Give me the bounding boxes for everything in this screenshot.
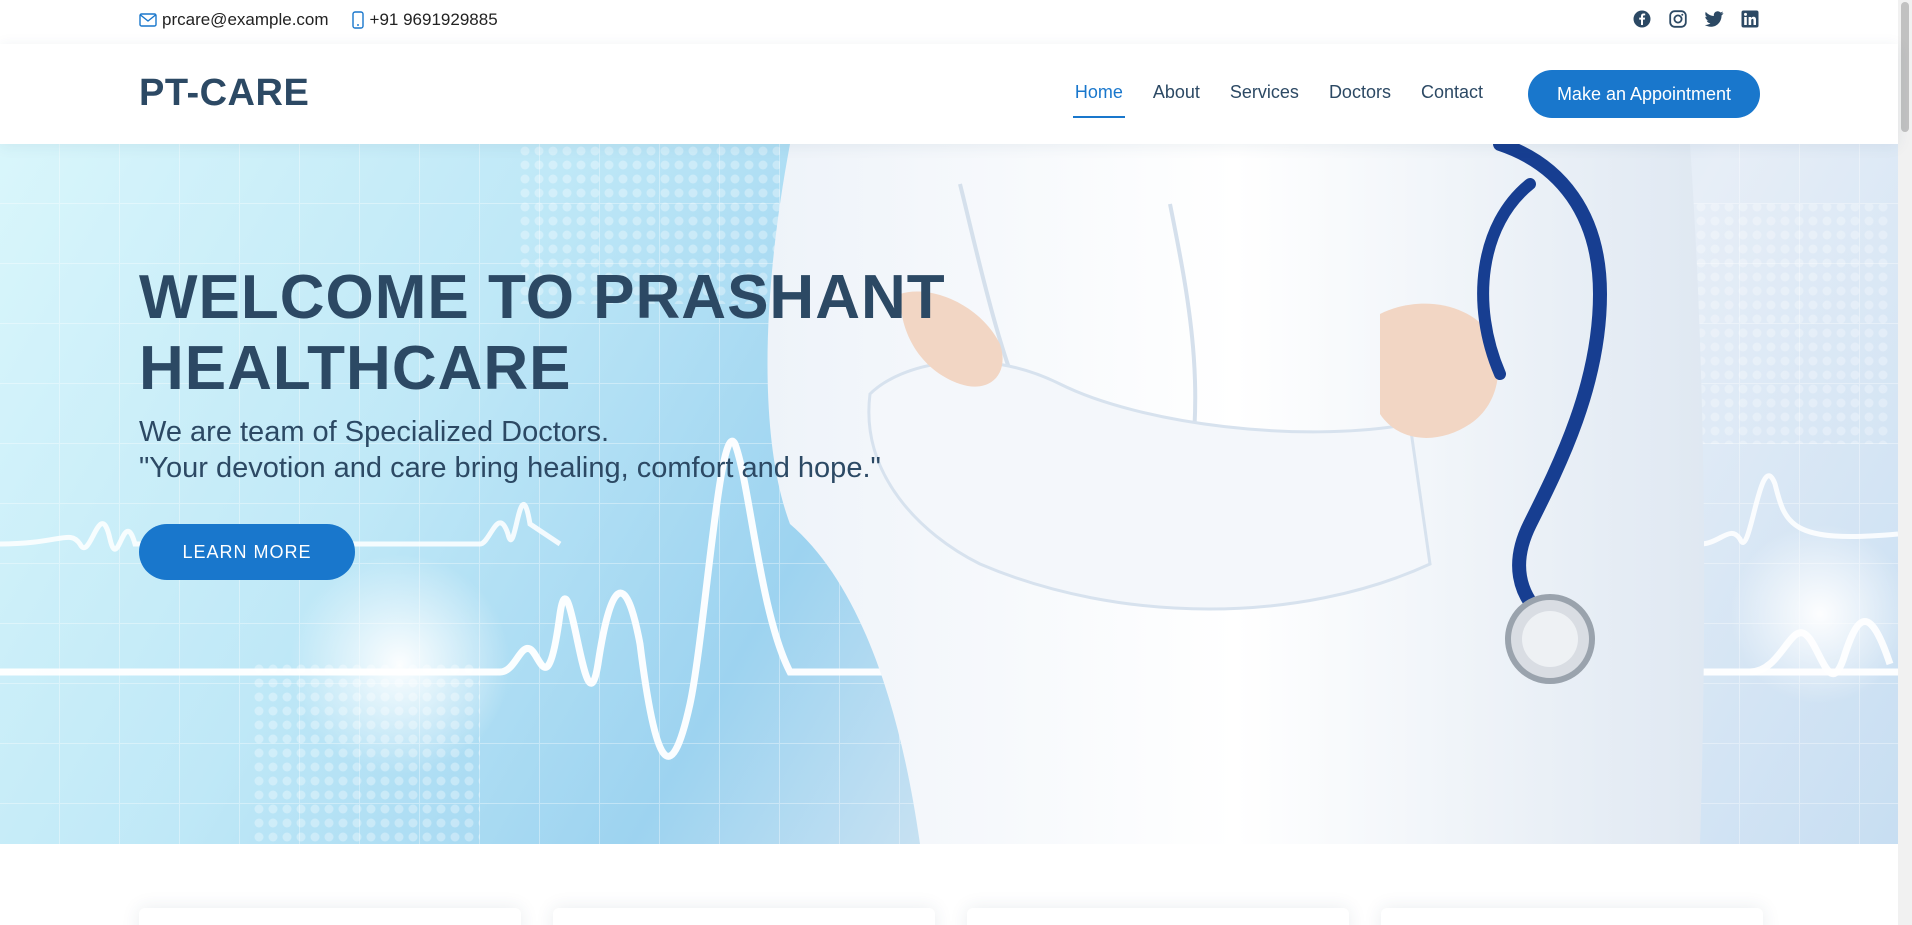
facebook-icon[interactable] [1632, 9, 1652, 29]
envelope-icon [139, 13, 157, 27]
appointment-button[interactable]: Make an Appointment [1528, 70, 1760, 118]
phone-text: +91 9691929885 [369, 10, 498, 29]
page-scrollbar[interactable] [1898, 0, 1912, 925]
main-nav: Home About Services Doctors Contact [1060, 82, 1498, 118]
hero-title-line2: HEALTHCARE [139, 334, 572, 403]
twitter-icon[interactable] [1704, 9, 1724, 29]
hero-subtitle-line2: "Your devotion and care bring healing, c… [139, 452, 881, 484]
hero-subtitle-line1: We are team of Specialized Doctors. [139, 416, 610, 448]
instagram-icon[interactable] [1668, 9, 1688, 29]
topbar: prcare@example.com +91 9691929885 [0, 0, 1898, 44]
nav-home[interactable]: Home [1060, 82, 1138, 118]
nav-services[interactable]: Services [1215, 82, 1314, 118]
site-header: PT-CARE Home About Services Doctors Cont… [0, 44, 1898, 144]
hero-title-line1: WELCOME TO PRASHANT [139, 263, 946, 332]
feature-cards [139, 908, 1763, 925]
hero-subtitle: We are team of Specialized Doctors. "You… [139, 414, 881, 486]
linkedin-icon[interactable] [1740, 9, 1760, 29]
email-item[interactable]: prcare@example.com [139, 10, 329, 30]
hero-section: WELCOME TO PRASHANT HEALTHCARE We are te… [0, 144, 1898, 844]
contact-info: prcare@example.com +91 9691929885 [139, 10, 520, 30]
feature-card [1381, 908, 1763, 925]
hero-title: WELCOME TO PRASHANT HEALTHCARE [139, 262, 946, 404]
feature-card [967, 908, 1349, 925]
logo[interactable]: PT-CARE [139, 72, 309, 115]
nav-about[interactable]: About [1138, 82, 1215, 118]
scrollbar-thumb[interactable] [1901, 2, 1909, 132]
phone-item[interactable]: +91 9691929885 [351, 10, 498, 30]
nav-doctors[interactable]: Doctors [1314, 82, 1406, 118]
nav-contact[interactable]: Contact [1406, 82, 1498, 118]
feature-card [139, 908, 521, 925]
hero-background-image [0, 144, 1898, 844]
email-text: prcare@example.com [162, 10, 329, 29]
feature-card [553, 908, 935, 925]
social-links [1632, 9, 1760, 29]
learn-more-button[interactable]: LEARN MORE [139, 524, 355, 580]
phone-icon [351, 11, 364, 29]
